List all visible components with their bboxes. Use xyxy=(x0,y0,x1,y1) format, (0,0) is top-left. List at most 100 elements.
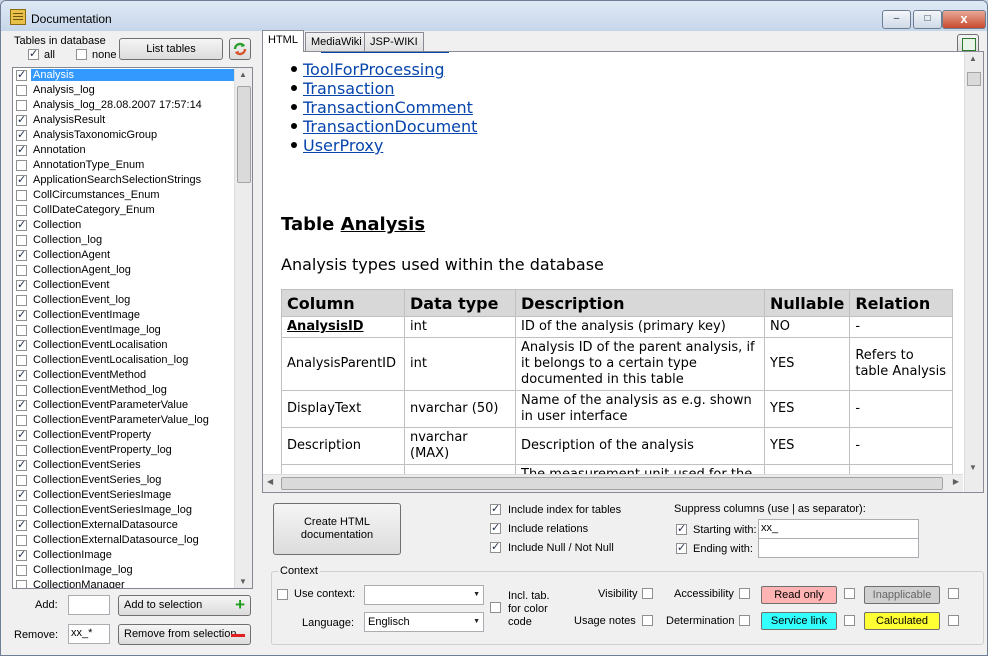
refresh-button[interactable] xyxy=(229,38,251,60)
table-checkbox[interactable] xyxy=(16,368,27,381)
table-list-item[interactable]: CollectionImage_log xyxy=(13,563,233,578)
ending-with-input[interactable] xyxy=(758,538,919,558)
include-null-checkbox[interactable] xyxy=(490,540,501,553)
table-checkbox[interactable] xyxy=(16,113,27,126)
table-checkbox[interactable] xyxy=(16,580,27,588)
link-userproxy[interactable]: UserProxy xyxy=(303,136,383,155)
table-checkbox[interactable] xyxy=(16,505,27,516)
doc-horizontal-scrollbar[interactable]: ◀ ▶ xyxy=(263,474,963,492)
starting-with-checkbox[interactable] xyxy=(676,522,687,535)
add-input[interactable] xyxy=(68,595,110,615)
service-link-checkbox[interactable] xyxy=(844,615,855,626)
table-checkbox[interactable] xyxy=(16,535,27,546)
table-checkbox[interactable] xyxy=(16,218,27,231)
scroll-left-icon[interactable]: ◀ xyxy=(267,477,273,486)
list-tables-button[interactable]: List tables xyxy=(119,38,223,60)
table-list-item[interactable]: CollectionExternalDatasource xyxy=(13,518,233,533)
table-checkbox[interactable] xyxy=(16,295,27,306)
none-checkbox[interactable] xyxy=(76,49,87,60)
service-link-button[interactable]: Service link xyxy=(761,612,837,630)
table-list-item[interactable]: CollectionManager xyxy=(13,578,233,588)
all-checkbox[interactable] xyxy=(28,47,39,60)
ending-with-checkbox[interactable] xyxy=(676,541,687,554)
table-list-item[interactable]: Analysis xyxy=(13,68,235,83)
table-list-item[interactable]: CollectionEventSeriesImage xyxy=(13,488,233,503)
table-list-item[interactable]: CollDateCategory_Enum xyxy=(13,203,233,218)
table-checkbox[interactable] xyxy=(16,143,27,156)
tab-mediawiki[interactable]: MediaWiki xyxy=(305,32,368,51)
scroll-up-icon[interactable]: ▲ xyxy=(239,70,247,79)
table-list-item[interactable]: CollectionEventSeriesImage_log xyxy=(13,503,233,518)
table-checkbox[interactable] xyxy=(16,173,27,186)
table-list-item[interactable]: CollectionEventParameterValue_log xyxy=(13,413,233,428)
determination-checkbox[interactable] xyxy=(739,615,750,626)
table-list-item[interactable]: CollectionEventSeries xyxy=(13,458,233,473)
table-checkbox[interactable] xyxy=(16,325,27,336)
visibility-checkbox[interactable] xyxy=(642,588,653,599)
table-list-item[interactable]: CollectionEventMethod_log xyxy=(13,383,233,398)
table-list-item[interactable]: Collection xyxy=(13,218,233,233)
tab-jsp-wiki[interactable]: JSP-WIKI xyxy=(364,32,424,51)
add-to-selection-button[interactable]: Add to selection + xyxy=(118,595,251,616)
table-list-item[interactable]: CollectionEventLocalisation xyxy=(13,338,233,353)
table-list-item[interactable]: CollectionEventImage xyxy=(13,308,233,323)
doc-scroll-thumb[interactable] xyxy=(967,72,981,86)
table-checkbox[interactable] xyxy=(16,565,27,576)
table-checkbox[interactable] xyxy=(16,428,27,441)
table-list-item[interactable]: Collection_log xyxy=(13,233,233,248)
table-list-item[interactable]: CollectionEvent xyxy=(13,278,233,293)
language-combo[interactable]: Englisch xyxy=(364,612,484,632)
table-checkbox[interactable] xyxy=(16,355,27,366)
tables-list[interactable]: CollectionManager CollectionImage_log Coll… xyxy=(12,67,253,589)
scroll-down-icon[interactable]: ▼ xyxy=(969,463,977,472)
table-list-item[interactable]: CollectionExternalDatasource_log xyxy=(13,533,233,548)
tab-html[interactable]: HTML xyxy=(262,30,304,52)
scroll-right-icon[interactable]: ▶ xyxy=(953,477,959,486)
table-checkbox[interactable] xyxy=(16,458,27,471)
context-combo[interactable] xyxy=(364,585,484,605)
table-list-item[interactable]: CollectionImage xyxy=(13,548,233,563)
scroll-thumb[interactable] xyxy=(237,86,251,183)
scroll-down-icon[interactable]: ▼ xyxy=(239,577,247,586)
table-list-item[interactable]: CollectionEventProperty_log xyxy=(13,443,233,458)
table-list-item[interactable]: AnnotationType_Enum xyxy=(13,158,233,173)
incl-tab-checkbox[interactable] xyxy=(490,602,501,613)
table-checkbox[interactable] xyxy=(16,488,27,501)
table-list-item[interactable]: Analysis_log_28.08.2007 17:57:14 xyxy=(13,98,233,113)
table-checkbox[interactable] xyxy=(16,398,27,411)
table-checkbox[interactable] xyxy=(16,205,27,216)
table-list-item[interactable]: CollCircumstances_Enum xyxy=(13,188,233,203)
table-list-item[interactable]: Analysis_log xyxy=(13,83,233,98)
close-button[interactable]: x xyxy=(942,10,986,29)
table-list-item[interactable]: CollectionEventProperty xyxy=(13,428,233,443)
doc-hscroll-thumb[interactable] xyxy=(281,477,943,490)
table-list-item[interactable]: AnalysisTaxonomicGroup xyxy=(13,128,233,143)
include-relations-checkbox[interactable] xyxy=(490,521,501,534)
table-checkbox[interactable] xyxy=(16,385,27,396)
scroll-up-icon[interactable]: ▲ xyxy=(969,54,977,63)
table-checkbox[interactable] xyxy=(16,338,27,351)
link-transactiondocument[interactable]: TransactionDocument xyxy=(303,117,477,136)
table-checkbox[interactable] xyxy=(16,278,27,291)
include-index-checkbox[interactable] xyxy=(490,502,501,515)
calculated-checkbox[interactable] xyxy=(948,615,959,626)
link-transactioncomment[interactable]: TransactionComment xyxy=(303,98,473,117)
create-html-button[interactable]: Create HTML documentation xyxy=(273,503,401,555)
table-checkbox[interactable] xyxy=(16,265,27,276)
table-checkbox[interactable] xyxy=(16,548,27,561)
calculated-button[interactable]: Calculated xyxy=(864,612,940,630)
link-toolforprocessing[interactable]: ToolForProcessing xyxy=(303,60,445,79)
usage-notes-checkbox[interactable] xyxy=(642,615,653,626)
starting-with-input[interactable]: xx_ xyxy=(758,519,919,539)
table-checkbox[interactable] xyxy=(16,248,27,261)
link-transaction[interactable]: Transaction xyxy=(303,79,395,98)
read-only-checkbox[interactable] xyxy=(844,588,855,599)
remove-input[interactable]: xx_* xyxy=(68,624,110,644)
minimize-button[interactable]: – xyxy=(882,10,911,29)
use-context-checkbox[interactable] xyxy=(277,589,288,600)
doc-vertical-scrollbar[interactable]: ▲ ▼ xyxy=(964,52,983,492)
table-checkbox[interactable] xyxy=(16,128,27,141)
table-list-item[interactable]: CollectionEventParameterValue xyxy=(13,398,233,413)
accessibility-checkbox[interactable] xyxy=(739,588,750,599)
table-checkbox[interactable] xyxy=(16,415,27,426)
